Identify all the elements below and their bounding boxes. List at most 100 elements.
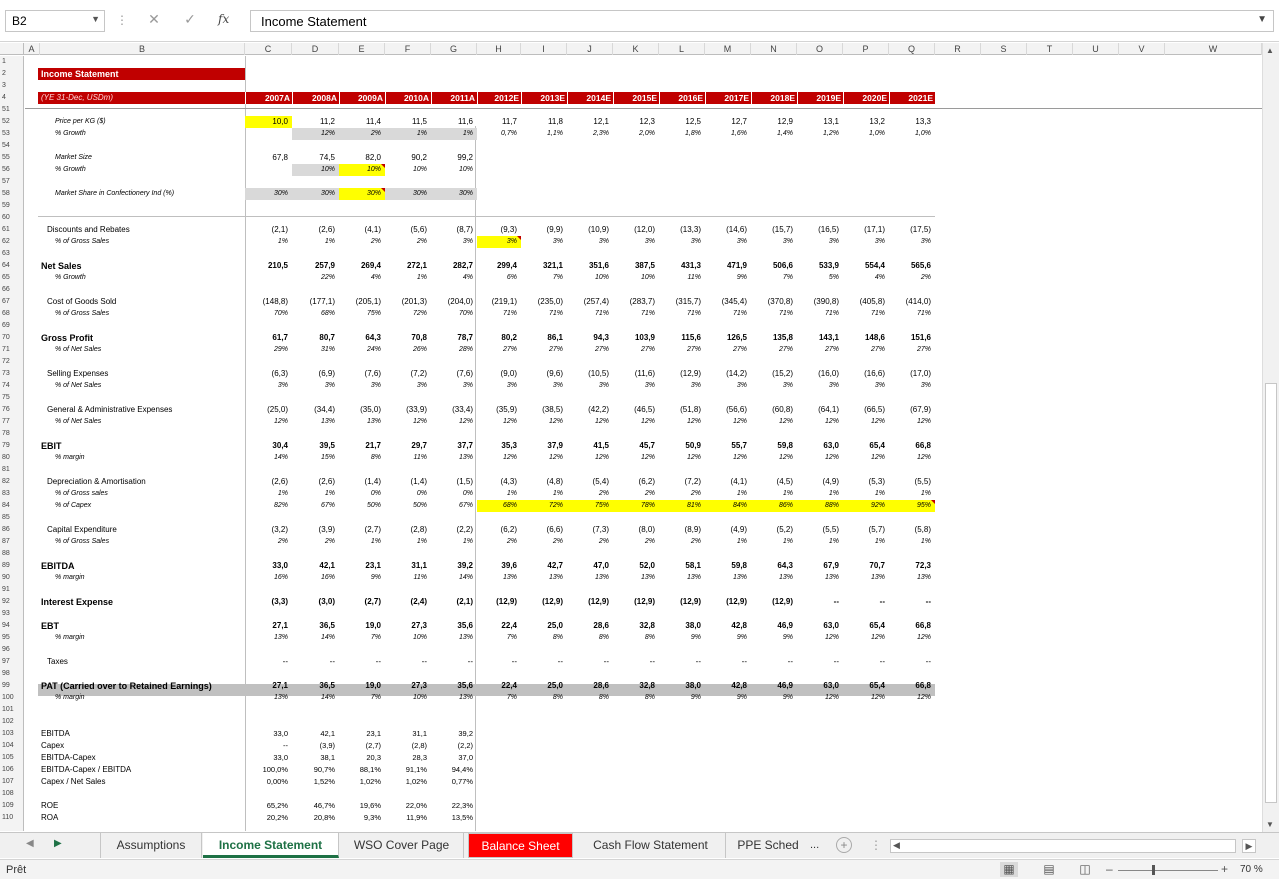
value-cell[interactable]: 431,3: [659, 260, 701, 272]
value-cell[interactable]: (3,9): [292, 524, 335, 536]
value-cell[interactable]: 30%: [385, 188, 427, 200]
value-cell[interactable]: --: [751, 656, 793, 668]
value-cell[interactable]: 74,5: [292, 152, 335, 164]
value-cell[interactable]: 0%: [339, 488, 381, 500]
sheet-title[interactable]: Income Statement: [38, 68, 245, 80]
value-cell[interactable]: 63,0: [797, 620, 839, 632]
tab-balance-sheet[interactable]: Balance Sheet: [468, 833, 573, 858]
value-cell[interactable]: 38,1: [292, 752, 335, 764]
row-header-101[interactable]: 101: [0, 704, 23, 716]
value-cell[interactable]: 1%: [843, 536, 885, 548]
value-cell[interactable]: 71%: [705, 308, 747, 320]
value-cell[interactable]: 59,8: [705, 560, 747, 572]
value-cell[interactable]: 11,9%: [385, 812, 427, 824]
column-header-n[interactable]: N: [751, 43, 797, 55]
value-cell[interactable]: 65,4: [843, 440, 885, 452]
row-label[interactable]: Selling Expenses: [47, 368, 245, 380]
value-cell[interactable]: (12,9): [751, 596, 793, 608]
row-header-63[interactable]: 63: [0, 248, 23, 260]
value-cell[interactable]: (8,7): [431, 224, 473, 236]
value-cell[interactable]: --: [889, 596, 931, 608]
value-cell[interactable]: (42,2): [567, 404, 609, 416]
row-label[interactable]: % of Capex: [55, 500, 245, 512]
value-cell[interactable]: 2,3%: [567, 128, 609, 140]
value-cell[interactable]: 143,1: [797, 332, 839, 344]
value-cell[interactable]: 9%: [751, 632, 793, 644]
row-header-67[interactable]: 67: [0, 296, 23, 308]
row-header-106[interactable]: 106: [0, 764, 23, 776]
value-cell[interactable]: (6,2): [477, 524, 517, 536]
value-cell[interactable]: 13%: [705, 572, 747, 584]
value-cell[interactable]: 71%: [613, 308, 655, 320]
value-cell[interactable]: (38,5): [521, 404, 563, 416]
row-label[interactable]: Capital Expenditure: [47, 524, 245, 536]
value-cell[interactable]: (205,1): [339, 296, 381, 308]
value-cell[interactable]: 55,7: [705, 440, 747, 452]
value-cell[interactable]: 67%: [292, 500, 335, 512]
year-header[interactable]: 2019E: [797, 92, 843, 104]
value-cell[interactable]: 65,4: [843, 680, 885, 692]
value-cell[interactable]: 11,2: [292, 116, 335, 128]
row-header-58[interactable]: 58: [0, 188, 23, 200]
value-cell[interactable]: 8%: [521, 632, 563, 644]
zoom-slider-thumb[interactable]: [1152, 865, 1155, 875]
value-cell[interactable]: 6%: [477, 272, 517, 284]
value-cell[interactable]: 19,6%: [339, 800, 381, 812]
row-label[interactable]: Capex / Net Sales: [41, 776, 245, 788]
value-cell[interactable]: (16,0): [797, 368, 839, 380]
value-cell[interactable]: 27,1: [245, 620, 288, 632]
value-cell[interactable]: 66,8: [889, 620, 931, 632]
value-cell[interactable]: 1,1%: [521, 128, 563, 140]
row-header-96[interactable]: 96: [0, 644, 23, 656]
row-header-60[interactable]: 60: [0, 212, 23, 224]
value-cell[interactable]: 1,02%: [385, 776, 427, 788]
zoom-out-icon[interactable]: –: [1106, 862, 1113, 876]
row-header-69[interactable]: 69: [0, 320, 23, 332]
value-cell[interactable]: 71%: [477, 308, 517, 320]
value-cell[interactable]: 27%: [477, 344, 517, 356]
value-cell[interactable]: 86%: [751, 500, 793, 512]
year-header[interactable]: 2009A: [339, 92, 385, 104]
row-header-85[interactable]: 85: [0, 512, 23, 524]
value-cell[interactable]: 13%: [521, 572, 563, 584]
value-cell[interactable]: (7,6): [339, 368, 381, 380]
value-cell[interactable]: 32,8: [613, 680, 655, 692]
value-cell[interactable]: 115,6: [659, 332, 701, 344]
value-cell[interactable]: 1%: [705, 488, 747, 500]
value-cell[interactable]: 3%: [521, 236, 563, 248]
value-cell[interactable]: (12,9): [521, 596, 563, 608]
column-header-g[interactable]: G: [431, 43, 477, 55]
column-header-f[interactable]: F: [385, 43, 431, 55]
row-header-64[interactable]: 64: [0, 260, 23, 272]
value-cell[interactable]: (2,2): [431, 740, 473, 752]
value-cell[interactable]: 72,3: [889, 560, 931, 572]
value-cell[interactable]: 1%: [431, 536, 473, 548]
value-cell[interactable]: (3,9): [292, 740, 335, 752]
value-cell[interactable]: 3%: [292, 380, 335, 392]
value-cell[interactable]: (8,0): [613, 524, 655, 536]
value-cell[interactable]: (10,5): [567, 368, 609, 380]
value-cell[interactable]: 91,1%: [385, 764, 427, 776]
value-cell[interactable]: (6,2): [613, 476, 655, 488]
value-cell[interactable]: 4%: [339, 272, 381, 284]
value-cell[interactable]: 25,0: [521, 680, 563, 692]
column-header-r[interactable]: R: [935, 43, 981, 55]
value-cell[interactable]: (5,5): [797, 524, 839, 536]
value-cell[interactable]: 81%: [659, 500, 701, 512]
value-cell[interactable]: 12%: [245, 416, 288, 428]
value-cell[interactable]: 27%: [751, 344, 793, 356]
year-header[interactable]: 2018E: [751, 92, 797, 104]
value-cell[interactable]: 70%: [431, 308, 473, 320]
value-cell[interactable]: 2%: [521, 536, 563, 548]
value-cell[interactable]: 45,7: [613, 440, 655, 452]
value-cell[interactable]: 71%: [659, 308, 701, 320]
year-header[interactable]: 2011A: [431, 92, 477, 104]
row-header-74[interactable]: 74: [0, 380, 23, 392]
value-cell[interactable]: (6,9): [292, 368, 335, 380]
column-header-s[interactable]: S: [981, 43, 1027, 55]
value-cell[interactable]: 22,4: [477, 680, 517, 692]
formula-input[interactable]: Income Statement ▼: [250, 10, 1274, 32]
value-cell[interactable]: 35,6: [431, 620, 473, 632]
value-cell[interactable]: 565,6: [889, 260, 931, 272]
value-cell[interactable]: 2%: [339, 128, 381, 140]
